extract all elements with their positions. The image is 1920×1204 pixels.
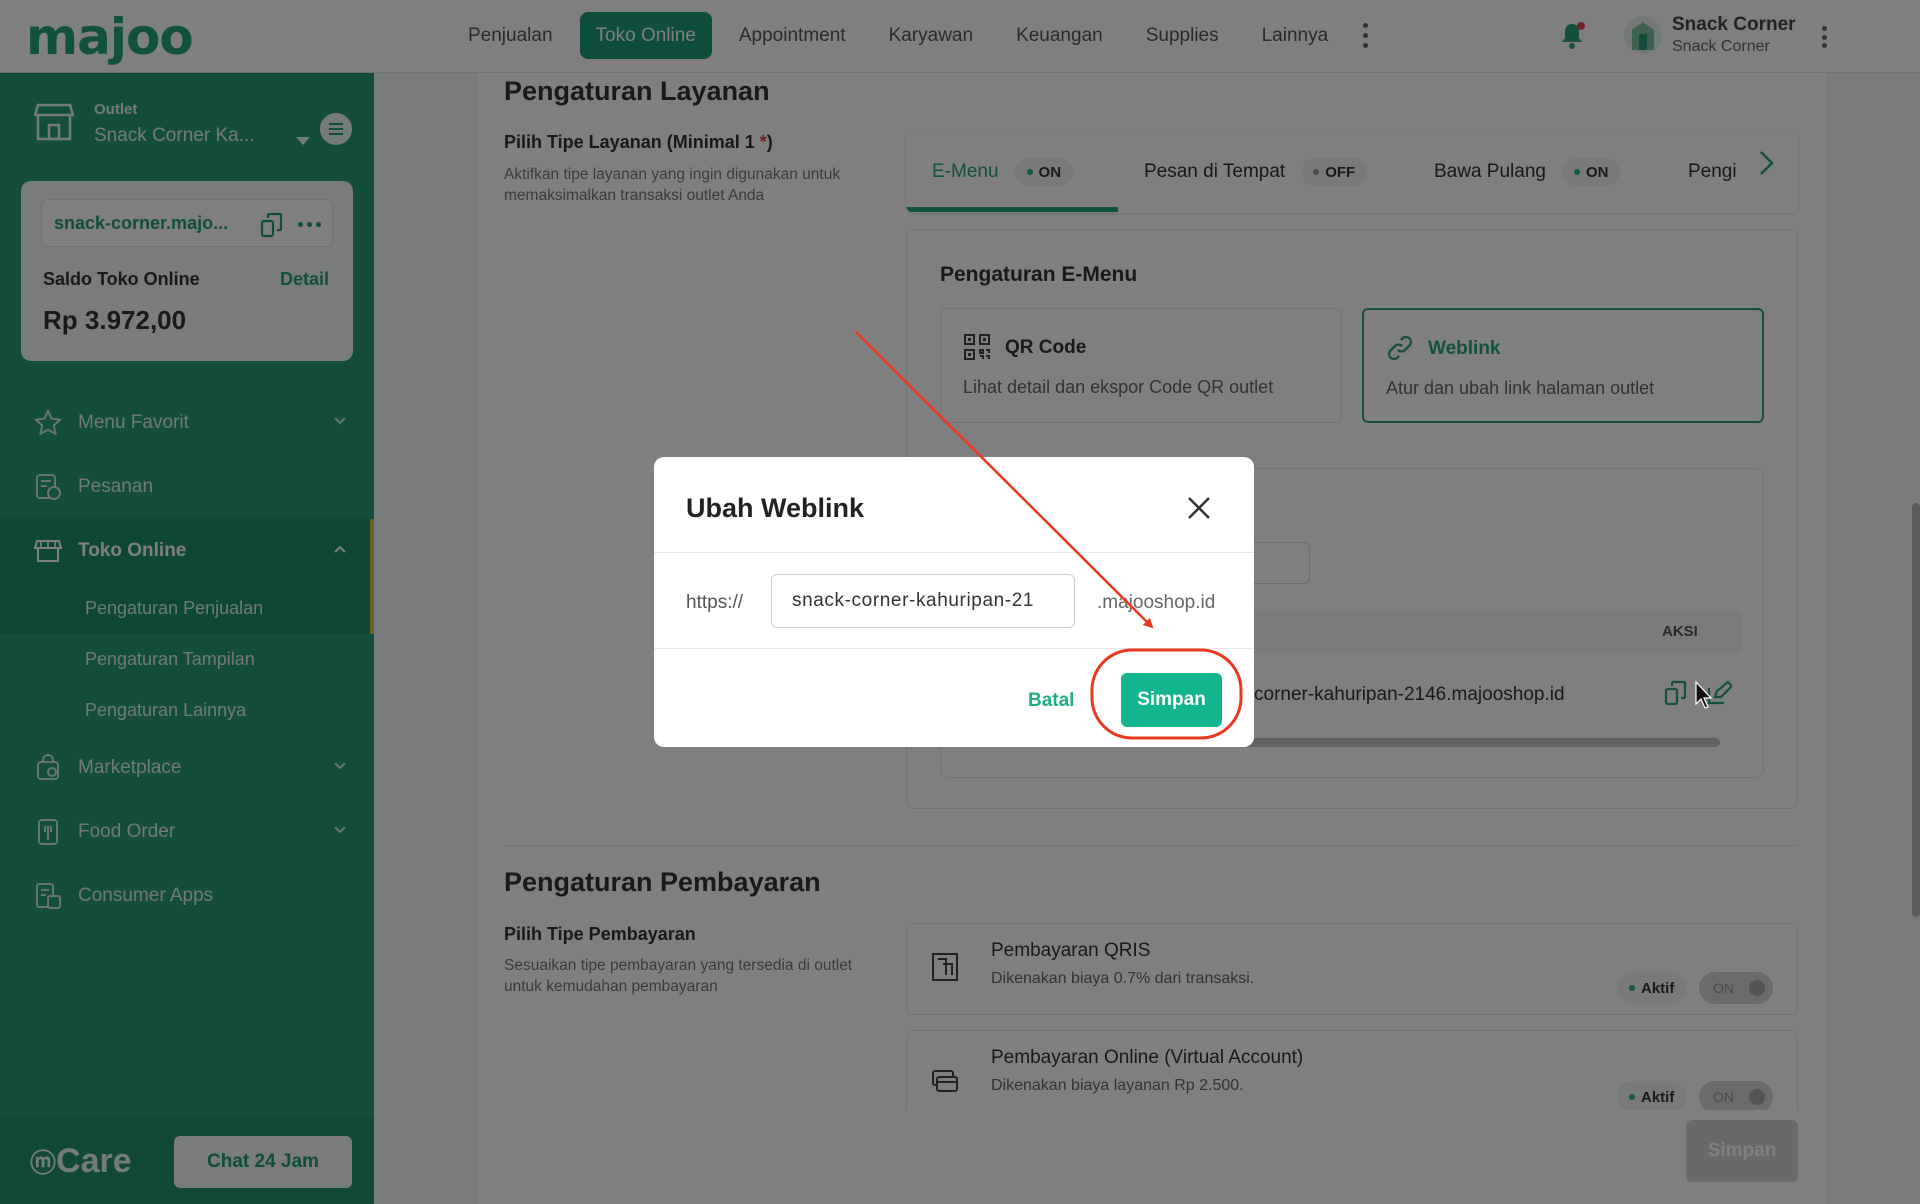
dialog-divider bbox=[654, 552, 1254, 553]
save-button[interactable]: Simpan bbox=[1121, 673, 1222, 727]
cancel-button[interactable]: Batal bbox=[1028, 690, 1074, 712]
edit-weblink-dialog: Ubah Weblink https:// .majooshop.id Bata… bbox=[654, 457, 1254, 747]
weblink-subdomain-input[interactable] bbox=[771, 574, 1075, 628]
close-icon[interactable] bbox=[1184, 493, 1214, 523]
url-suffix: .majooshop.id bbox=[1097, 592, 1216, 613]
dialog-divider bbox=[654, 648, 1254, 649]
dialog-title: Ubah Weblink bbox=[686, 493, 865, 523]
url-prefix: https:// bbox=[686, 592, 744, 613]
